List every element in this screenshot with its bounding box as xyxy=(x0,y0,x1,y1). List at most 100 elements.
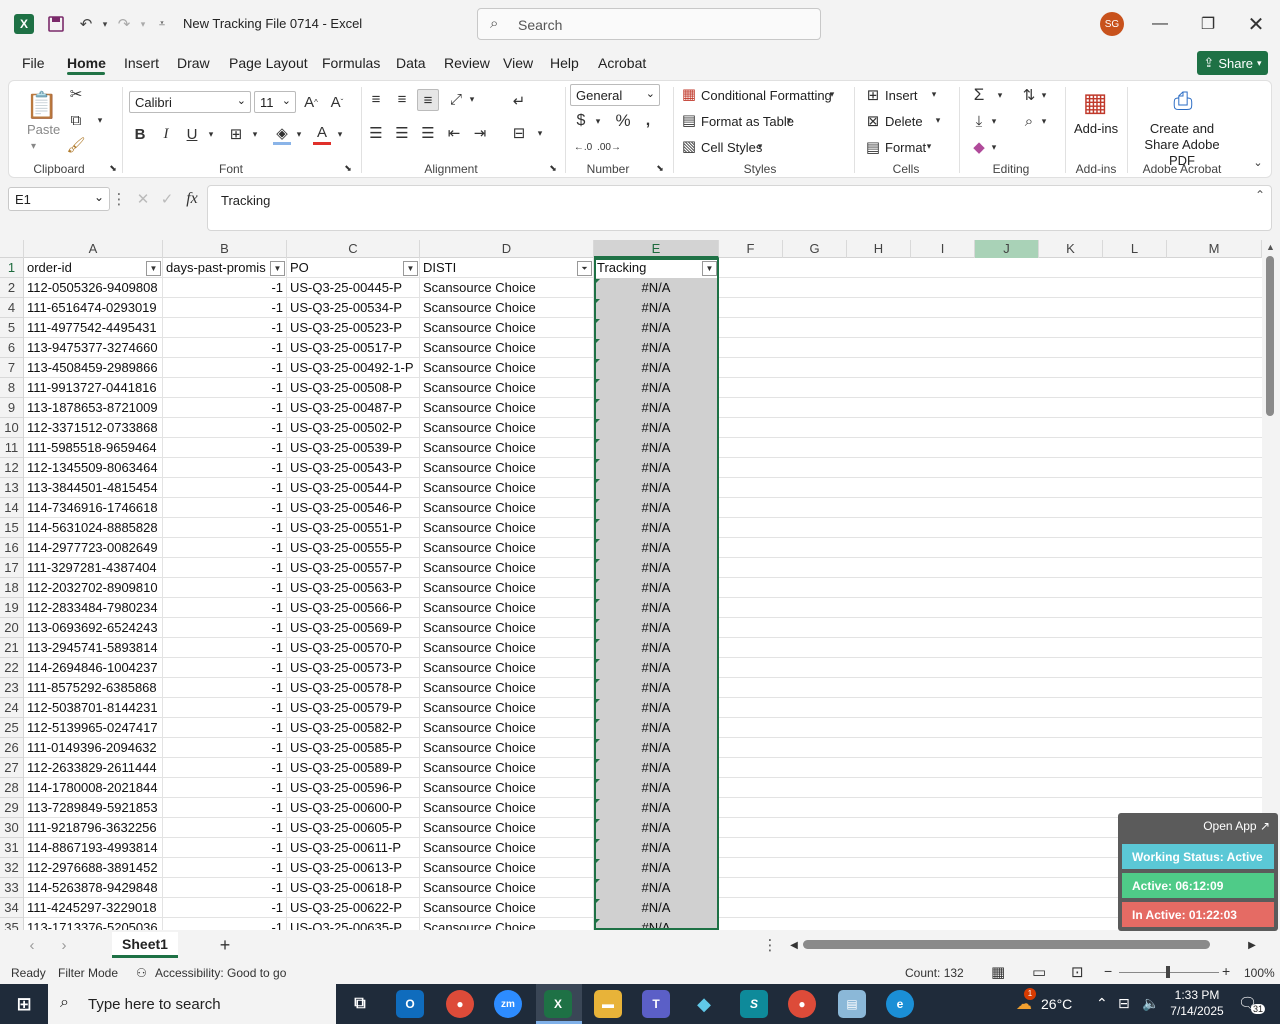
cell-d[interactable]: Scansource Choice xyxy=(420,498,594,518)
column-header-f[interactable]: F xyxy=(719,240,783,258)
cell-c[interactable]: US-Q3-25-00566-P xyxy=(287,598,420,618)
tab-review[interactable]: Review xyxy=(444,55,490,71)
align-middle-icon[interactable]: ≡ xyxy=(393,89,411,109)
align-right-icon[interactable]: ☰ xyxy=(419,123,437,143)
cell-c[interactable]: US-Q3-25-00487-P xyxy=(287,398,420,418)
underline-dropdown-icon[interactable]: ▾ xyxy=(205,123,217,145)
cell-e[interactable]: #N/A xyxy=(594,838,719,858)
column-header-k[interactable]: K xyxy=(1039,240,1103,258)
cell-d[interactable]: Scansource Choice xyxy=(420,738,594,758)
cell-c[interactable]: US-Q3-25-00557-P xyxy=(287,558,420,578)
more-options-icon[interactable]: ⋮ xyxy=(763,936,778,954)
enter-icon[interactable]: ✓ xyxy=(158,190,176,208)
filter-dropdown-icon[interactable]: ▼ xyxy=(702,261,717,276)
align-top-icon[interactable]: ≡ xyxy=(367,89,385,109)
name-box[interactable]: E1 ⌄ xyxy=(8,187,110,211)
select-all-corner[interactable] xyxy=(0,240,24,258)
format-as-table-button[interactable]: Format as Table xyxy=(701,114,794,129)
font-name-select[interactable]: Calibri ⌄ xyxy=(129,91,251,113)
row-header[interactable]: 35 xyxy=(0,918,24,930)
cell-c[interactable]: US-Q3-25-00544-P xyxy=(287,478,420,498)
sheet-tab-sheet1[interactable]: Sheet1 xyxy=(112,932,178,958)
row-header[interactable]: 20 xyxy=(0,618,24,638)
wrap-text-icon[interactable]: ↵ xyxy=(509,91,529,111)
format-cells-button[interactable]: Format xyxy=(885,140,926,155)
cell-b[interactable]: -1 xyxy=(163,578,287,598)
cell-e[interactable]: #N/A xyxy=(594,358,719,378)
decrease-font-icon[interactable]: Aˇ xyxy=(327,91,347,113)
cell-b[interactable]: -1 xyxy=(163,298,287,318)
copy-icon[interactable]: ⧉ xyxy=(67,111,85,129)
cell-d[interactable]: Scansource Choice xyxy=(420,398,594,418)
app-diamond-icon[interactable]: ◆ xyxy=(690,990,718,1018)
cell-d[interactable]: Scansource Choice xyxy=(420,518,594,538)
zoom-in-icon[interactable]: + xyxy=(1222,963,1230,979)
cell-a[interactable]: 113-1878653-8721009 xyxy=(24,398,163,418)
cell-c[interactable]: US-Q3-25-00622-P xyxy=(287,898,420,918)
network-icon[interactable]: ⊟ xyxy=(1118,995,1130,1012)
cell-e[interactable]: #N/A xyxy=(594,478,719,498)
cell-c[interactable]: US-Q3-25-00508-P xyxy=(287,378,420,398)
cell-d[interactable]: Scansource Choice xyxy=(420,418,594,438)
cell-d[interactable]: Scansource Choice xyxy=(420,618,594,638)
undo-dropdown-icon[interactable]: ▾ xyxy=(95,14,115,34)
cell-a[interactable]: 114-2977723-0082649 xyxy=(24,538,163,558)
cell-a[interactable]: 113-0693692-6524243 xyxy=(24,618,163,638)
tab-home[interactable]: Home xyxy=(67,55,106,71)
cell-c[interactable]: US-Q3-25-00502-P xyxy=(287,418,420,438)
chevron-up-icon[interactable]: ⌃ xyxy=(1096,995,1108,1012)
cell-a[interactable]: 111-9913727-0441816 xyxy=(24,378,163,398)
cell-a[interactable]: 112-2633829-2611444 xyxy=(24,758,163,778)
row-header[interactable]: 19 xyxy=(0,598,24,618)
cell-e[interactable]: #N/A xyxy=(594,858,719,878)
cell-d[interactable]: Scansource Choice xyxy=(420,858,594,878)
tab-view[interactable]: View xyxy=(503,55,533,71)
clock-date[interactable]: 7/14/2025 xyxy=(1168,1004,1226,1018)
cell-a[interactable]: 112-2833484-7980234 xyxy=(24,598,163,618)
cell-b[interactable]: -1 xyxy=(163,378,287,398)
redo-dropdown-icon[interactable]: ▾ xyxy=(133,14,153,34)
cell-c[interactable]: US-Q3-25-00543-P xyxy=(287,458,420,478)
row-header[interactable]: 13 xyxy=(0,478,24,498)
cell-d[interactable]: Scansource Choice xyxy=(420,818,594,838)
cell-b[interactable]: -1 xyxy=(163,518,287,538)
row-header[interactable]: 29 xyxy=(0,798,24,818)
row-header[interactable]: 22 xyxy=(0,658,24,678)
fill-icon[interactable]: ⤓ xyxy=(969,111,989,131)
clock-time[interactable]: 1:33 PM xyxy=(1168,988,1226,1002)
cell-e[interactable]: #N/A xyxy=(594,738,719,758)
chevron-down-icon[interactable]: ▾ xyxy=(924,139,934,153)
cell-c[interactable]: US-Q3-25-00445-P xyxy=(287,278,420,298)
row-header[interactable]: 4 xyxy=(0,298,24,318)
delete-cells-button[interactable]: Delete xyxy=(885,114,923,129)
cell-c[interactable]: US-Q3-25-00600-P xyxy=(287,798,420,818)
cell-c[interactable]: US-Q3-25-00635-P xyxy=(287,918,420,930)
row-header[interactable]: 21 xyxy=(0,638,24,658)
volume-icon[interactable]: 🔈 xyxy=(1142,995,1159,1012)
header-cell[interactable]: PO xyxy=(287,258,420,278)
filter-dropdown-icon[interactable]: ▼ xyxy=(270,261,285,276)
close-button[interactable]: ✕ xyxy=(1241,10,1271,38)
increase-font-icon[interactable]: A ^ xyxy=(301,91,321,113)
cell-c[interactable]: US-Q3-25-00517-P xyxy=(287,338,420,358)
chrome-icon[interactable]: ● xyxy=(446,990,474,1018)
cell-c[interactable]: US-Q3-25-00563-P xyxy=(287,578,420,598)
task-view-icon[interactable]: ⧉ xyxy=(346,990,374,1018)
cell-b[interactable]: -1 xyxy=(163,918,287,930)
cell-e[interactable]: #N/A xyxy=(594,338,719,358)
row-header[interactable]: 33 xyxy=(0,878,24,898)
app-s-icon[interactable]: S xyxy=(740,990,768,1018)
cell-d[interactable]: Scansource Choice xyxy=(420,758,594,778)
customize-toolbar-icon[interactable]: ⩡ xyxy=(152,14,172,34)
cell-c[interactable]: US-Q3-25-00578-P xyxy=(287,678,420,698)
paste-label[interactable]: Paste xyxy=(27,122,60,137)
horizontal-scroll-thumb[interactable] xyxy=(803,940,1210,949)
cell-e[interactable]: #N/A xyxy=(594,778,719,798)
column-header-h[interactable]: H xyxy=(847,240,911,258)
zoom-slider-thumb[interactable] xyxy=(1166,966,1170,978)
row-header-1[interactable]: 1 xyxy=(0,258,24,278)
cell-a[interactable]: 113-7289849-5921853 xyxy=(24,798,163,818)
create-pdf-icon[interactable]: ⎙ xyxy=(1169,87,1197,117)
cell-b[interactable]: -1 xyxy=(163,538,287,558)
cell-e[interactable]: #N/A xyxy=(594,578,719,598)
